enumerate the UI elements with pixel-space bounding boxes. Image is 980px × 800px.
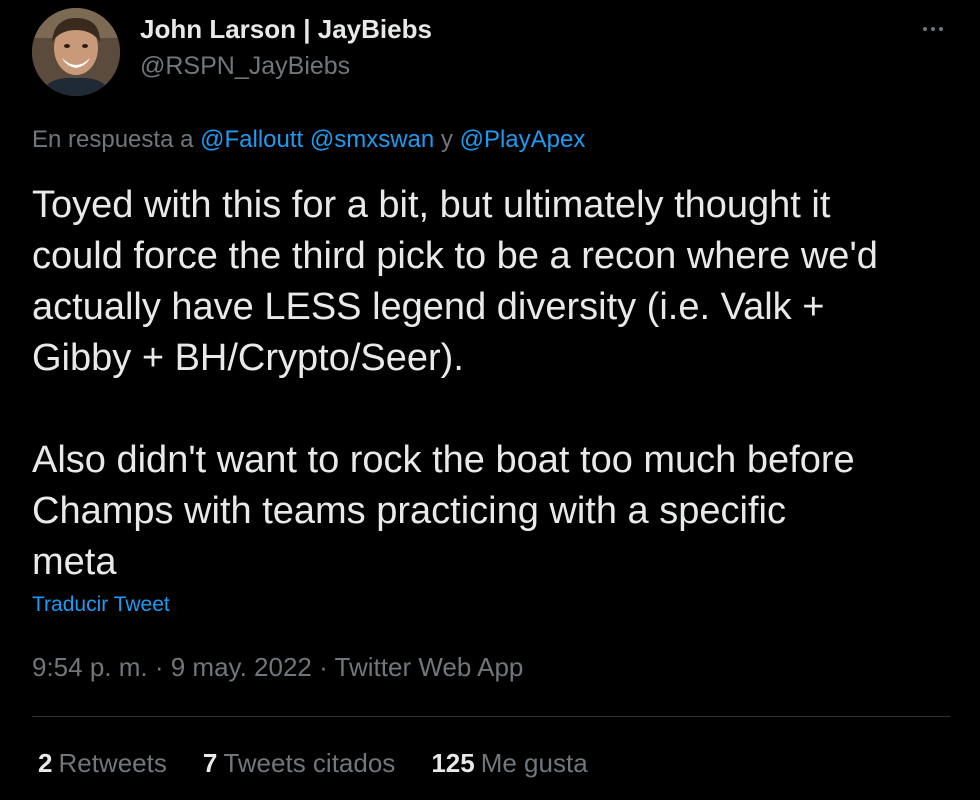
reply-prefix: En respuesta a (32, 126, 201, 153)
retweets-label: Retweets (58, 748, 167, 778)
tweet-stats: 2 Retweets 7 Tweets citados 125 Me gusta (38, 748, 588, 779)
more-dot (939, 27, 943, 31)
tweet-date[interactable]: 9 may. 2022 (171, 652, 312, 682)
quotes-label: Tweets citados (223, 748, 396, 778)
more-horizontal-icon[interactable] (918, 14, 948, 44)
avatar[interactable] (32, 8, 120, 96)
quote-tweets-stat[interactable]: 7 Tweets citados (203, 748, 395, 779)
likes-label: Me gusta (480, 748, 588, 778)
tweet-detail: John Larson | JayBiebs @RSPN_JayBiebs En… (0, 0, 980, 800)
tweet-source[interactable]: Twitter Web App (335, 652, 524, 682)
tweet-text: Toyed with this for a bit, but ultimatel… (32, 180, 962, 588)
retweets-stat[interactable]: 2 Retweets (38, 748, 167, 779)
translate-tweet-link[interactable]: Traducir Tweet (32, 593, 170, 617)
mention-falloutt[interactable]: @Falloutt (200, 126, 303, 153)
likes-count: 125 (431, 748, 475, 778)
more-dot (923, 27, 927, 31)
tweet-metadata: 9:54 p. m. · 9 may. 2022 · Twitter Web A… (32, 652, 523, 683)
quotes-count: 7 (202, 748, 218, 778)
more-dot (931, 27, 935, 31)
retweets-count: 2 (38, 748, 53, 778)
reply-context: En respuesta a @Falloutt @smxswan y @Pla… (32, 126, 585, 154)
reply-separator (303, 126, 310, 153)
meta-separator: · (311, 652, 335, 682)
tweet-paragraph-1: Toyed with this for a bit, but ultimatel… (32, 184, 878, 379)
meta-separator: · (147, 652, 171, 682)
mention-playapex[interactable]: @PlayApex (460, 126, 586, 153)
mention-smxswan[interactable]: @smxswan (310, 126, 434, 153)
author-display-name[interactable]: John Larson | JayBiebs (140, 14, 432, 45)
tweet-paragraph-2: Also didn't want to rock the boat too mu… (32, 439, 855, 583)
reply-separator: y (434, 126, 460, 153)
avatar-image (32, 8, 120, 96)
author-handle[interactable]: @RSPN_JayBiebs (140, 52, 350, 81)
divider (32, 716, 950, 717)
likes-stat[interactable]: 125 Me gusta (431, 748, 587, 779)
tweet-time[interactable]: 9:54 p. m. (32, 652, 148, 682)
